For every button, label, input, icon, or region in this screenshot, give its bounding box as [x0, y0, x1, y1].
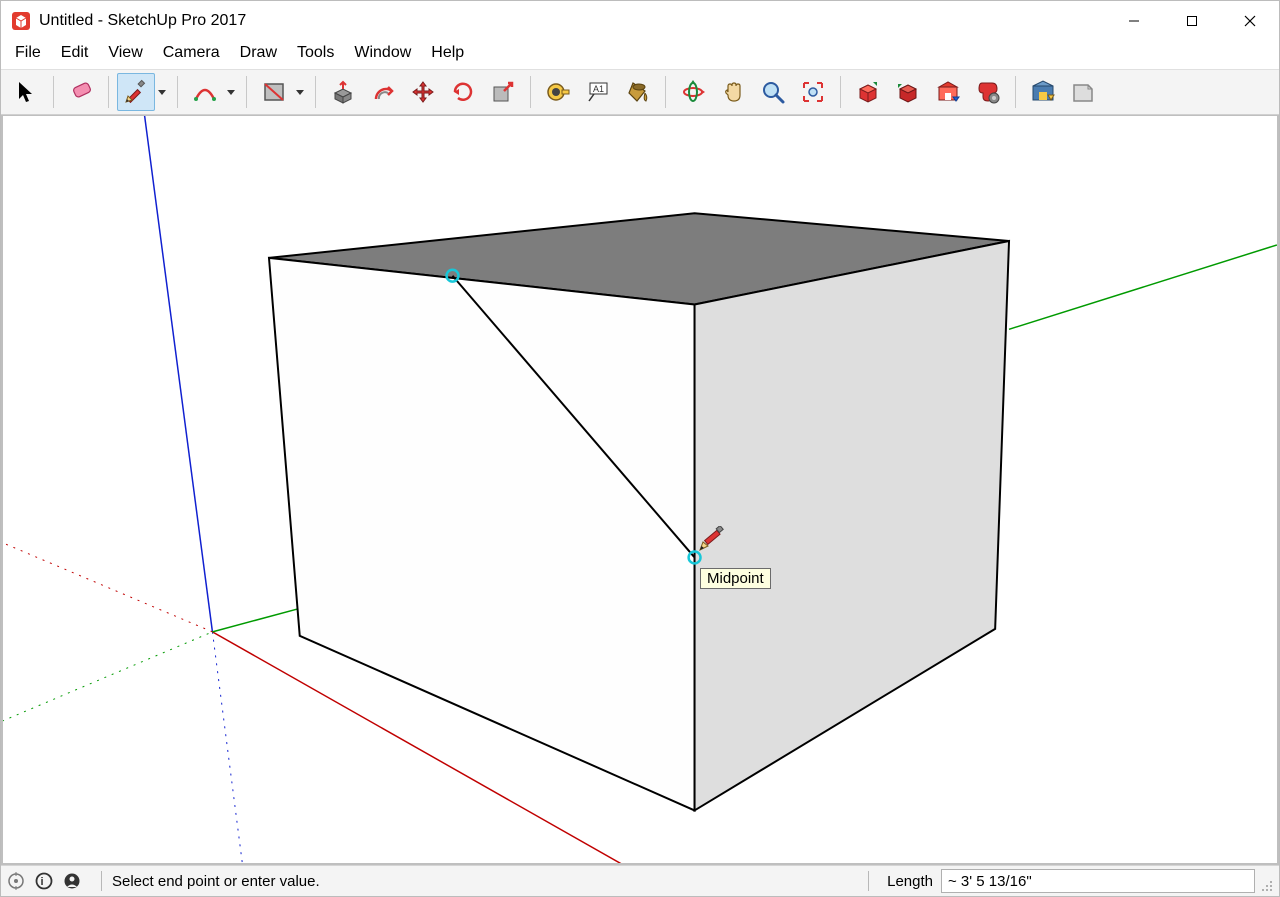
model-viewport[interactable]: Midpoint	[1, 115, 1279, 865]
resize-grip-icon[interactable]	[1259, 870, 1273, 892]
select-tool-icon[interactable]	[7, 73, 45, 111]
status-hint: Select end point or enter value.	[112, 873, 320, 890]
toolbar-separator	[177, 76, 178, 108]
blue-axis-dashed	[212, 632, 243, 863]
green-axis-front	[212, 607, 304, 632]
3d-warehouse-icon[interactable]	[929, 73, 967, 111]
toolbar-separator	[665, 76, 666, 108]
get-models-icon[interactable]	[849, 73, 887, 111]
sign-in-icon[interactable]	[63, 872, 81, 890]
window-controls	[1105, 1, 1279, 41]
credits-icon[interactable]: i	[35, 872, 53, 890]
share-model-icon[interactable]	[889, 73, 927, 111]
status-separator	[101, 871, 102, 891]
line-tool-icon[interactable]	[117, 73, 155, 111]
line-tool-dropdown[interactable]	[155, 74, 169, 110]
pan-tool-icon[interactable]	[714, 73, 752, 111]
move-tool-icon[interactable]	[404, 73, 442, 111]
toolbar-separator	[246, 76, 247, 108]
box-side-face	[695, 241, 1009, 810]
paint-bucket-tool-icon[interactable]	[619, 73, 657, 111]
eraser-tool-icon[interactable]	[62, 73, 100, 111]
toolbar-separator	[840, 76, 841, 108]
toolbar-separator	[315, 76, 316, 108]
red-axis-dashed	[3, 543, 212, 632]
menu-file[interactable]: File	[5, 42, 51, 64]
rotate-tool-icon[interactable]	[444, 73, 482, 111]
svg-text:i: i	[41, 876, 44, 888]
length-label: Length	[879, 873, 941, 890]
sketchup-app-icon	[11, 11, 31, 31]
zoom-tool-icon[interactable]	[754, 73, 792, 111]
menu-draw[interactable]: Draw	[230, 42, 287, 64]
shapes-tool-dropdown[interactable]	[293, 74, 307, 110]
main-toolbar: A1	[1, 69, 1279, 115]
svg-text:A1: A1	[593, 84, 604, 94]
toolbar-separator	[53, 76, 54, 108]
orbit-tool-icon[interactable]	[674, 73, 712, 111]
push-pull-tool-icon[interactable]	[324, 73, 362, 111]
scale-tool-icon[interactable]	[484, 73, 522, 111]
close-button[interactable]	[1221, 1, 1279, 41]
status-measurements: Length ~ 3' 5 13/16"	[858, 869, 1273, 893]
status-separator	[868, 871, 869, 891]
green-axis-dashed	[3, 632, 212, 721]
menu-tools[interactable]: Tools	[287, 42, 344, 64]
status-bar: i Select end point or enter value. Lengt…	[1, 865, 1279, 896]
menu-camera[interactable]: Camera	[153, 42, 230, 64]
zoom-extents-tool-icon[interactable]	[794, 73, 832, 111]
menu-view[interactable]: View	[98, 42, 152, 64]
length-value-input[interactable]: ~ 3' 5 13/16"	[941, 869, 1255, 893]
title-bar: Untitled - SketchUp Pro 2017	[1, 1, 1279, 41]
toolbar-separator	[1015, 76, 1016, 108]
blue-axis	[144, 116, 212, 632]
maximize-button[interactable]	[1163, 1, 1221, 41]
arc-tool-dropdown[interactable]	[224, 74, 238, 110]
extension-manager-icon[interactable]	[969, 73, 1007, 111]
menu-edit[interactable]: Edit	[51, 42, 99, 64]
inference-tooltip: Midpoint	[700, 568, 771, 589]
offset-tool-icon[interactable]	[364, 73, 402, 111]
box-front-face	[269, 258, 695, 811]
window-title: Untitled - SketchUp Pro 2017	[39, 12, 246, 30]
tape-measure-tool-icon[interactable]	[539, 73, 577, 111]
length-value-text: ~ 3' 5 13/16"	[948, 873, 1032, 890]
toolbar-separator	[108, 76, 109, 108]
shapes-tool-icon[interactable]	[255, 73, 293, 111]
menu-window[interactable]: Window	[344, 42, 421, 64]
text-tool-icon[interactable]: A1	[579, 73, 617, 111]
application-window: Untitled - SketchUp Pro 2017 File Edit V…	[0, 0, 1280, 897]
send-to-layout-icon[interactable]	[1064, 73, 1102, 111]
green-axis-back	[1009, 245, 1277, 329]
minimize-button[interactable]	[1105, 1, 1163, 41]
extension-warehouse-icon[interactable]	[1024, 73, 1062, 111]
arc-tool-icon[interactable]	[186, 73, 224, 111]
toolbar-separator	[530, 76, 531, 108]
menu-bar: File Edit View Camera Draw Tools Window …	[1, 41, 1279, 69]
menu-help[interactable]: Help	[421, 42, 474, 64]
geo-location-icon[interactable]	[7, 872, 25, 890]
scene-canvas	[3, 116, 1277, 863]
